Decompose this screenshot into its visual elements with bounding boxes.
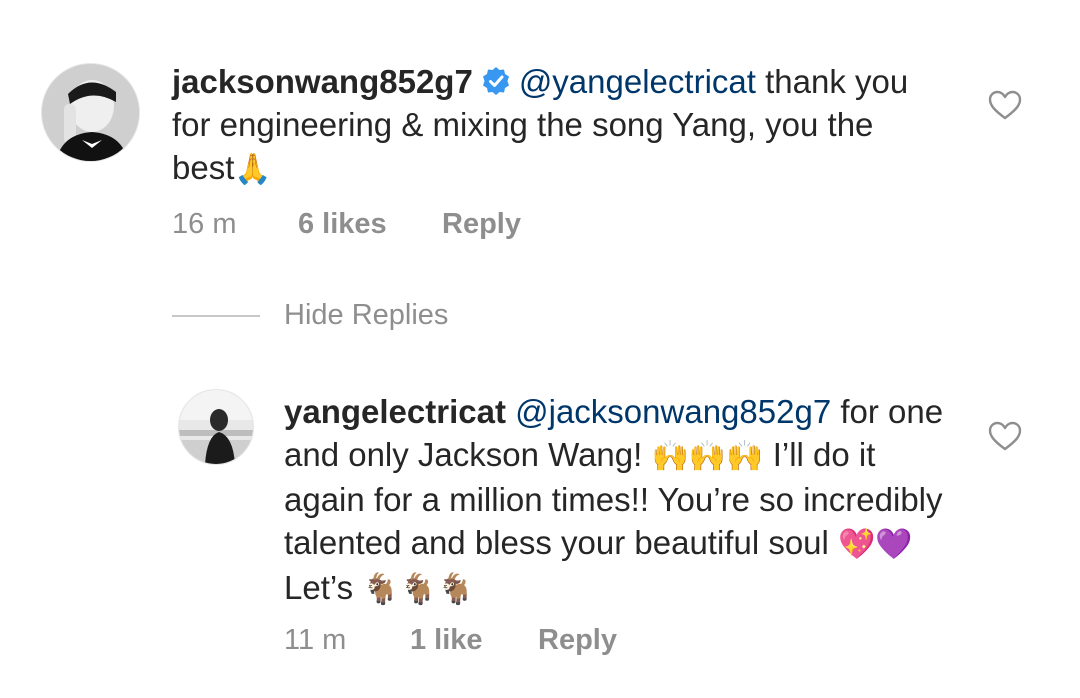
reply-mention-link[interactable]: @jacksonwang852g7: [515, 393, 831, 430]
goat-emoji: 🐐🐐🐐: [362, 572, 475, 607]
comment-reply-button[interactable]: Reply: [442, 208, 521, 241]
purple-heart-emoji: 💜: [875, 527, 913, 562]
reply-likes-count[interactable]: 1 like: [410, 624, 483, 657]
heart-outline-icon[interactable]: [988, 90, 1022, 120]
reply-reply-button[interactable]: Reply: [538, 624, 617, 657]
commenter-avatar[interactable]: [41, 63, 140, 162]
replier-username[interactable]: yangelectricat: [284, 393, 506, 430]
replier-avatar[interactable]: [178, 389, 254, 465]
avatar-photo: [179, 390, 253, 464]
replies-divider-line: [172, 315, 260, 317]
comment-mention-link[interactable]: @yangelectricat: [519, 63, 756, 100]
folded-hands-emoji: 🙏: [234, 152, 272, 187]
comment-meta-row: 16 m 6 likes Reply: [0, 208, 1080, 248]
commenter-username[interactable]: jacksonwang852g7: [172, 63, 473, 100]
sparkling-heart-emoji: 💖: [838, 527, 876, 562]
heart-outline-icon[interactable]: [988, 421, 1022, 451]
hide-replies-button[interactable]: Hide Replies: [284, 299, 448, 332]
reply-meta-row: 11 m 1 like Reply: [0, 624, 1080, 664]
reply-timestamp: 11 m: [284, 624, 347, 656]
verified-badge-icon: [482, 67, 509, 95]
comment-body: jacksonwang852g7 @yangelectricat thank yo…: [172, 60, 932, 191]
reply-text-3: Let’s: [284, 569, 363, 606]
comment-timestamp: 16 m: [172, 208, 237, 240]
avatar-photo: [42, 64, 139, 161]
raising-hands-emoji: 🙌🙌🙌: [651, 439, 764, 474]
comment-likes-count[interactable]: 6 likes: [298, 208, 387, 241]
reply-body: yangelectricat @jacksonwang852g7 for one…: [284, 390, 944, 611]
